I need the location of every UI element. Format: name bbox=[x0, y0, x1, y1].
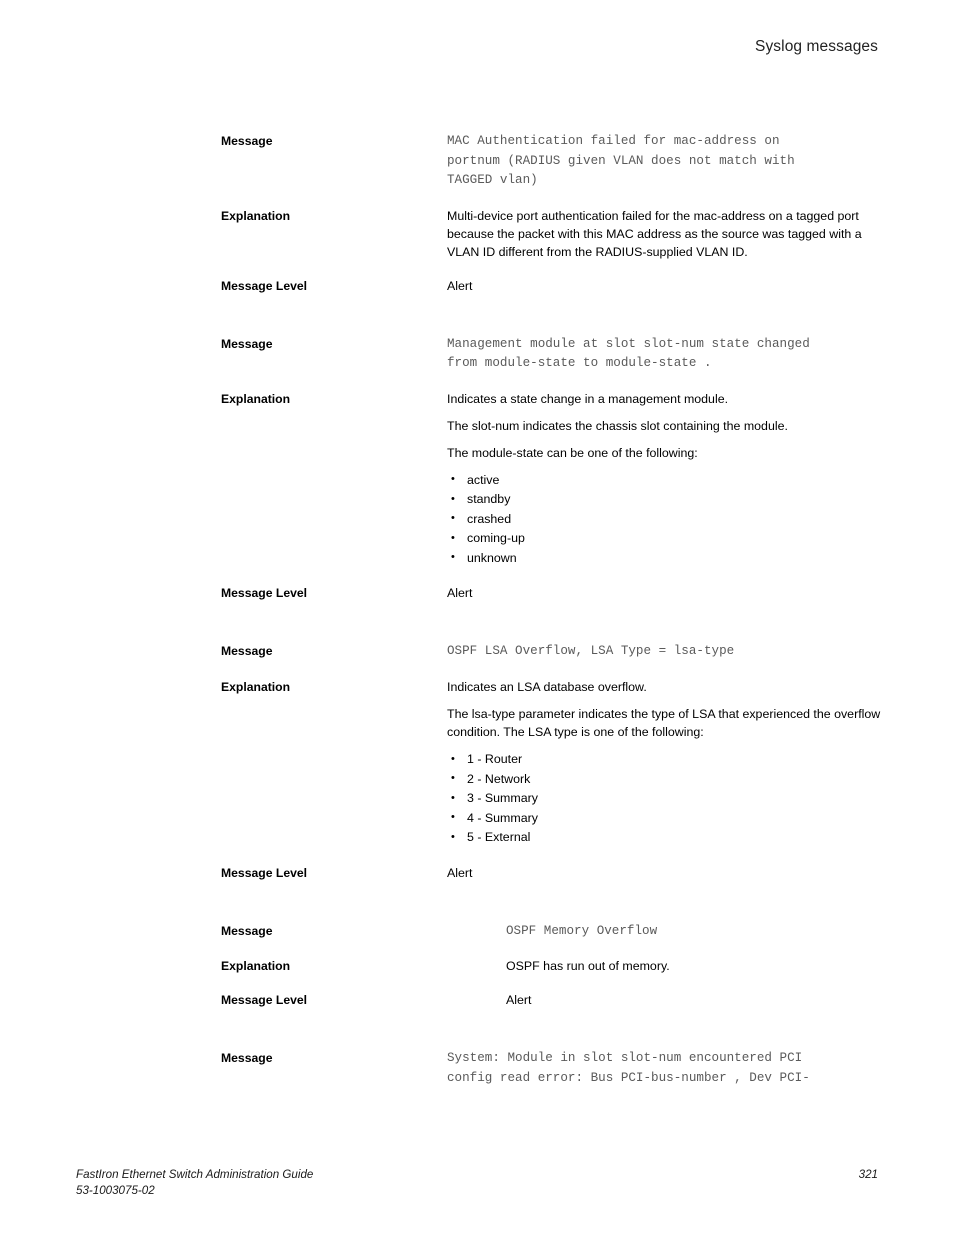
message-row: Message OSPF Memory Overflow bbox=[221, 922, 881, 942]
message-label: Message bbox=[221, 134, 273, 148]
explanation-bullet-list: activestandbycrashedcoming-upunknown bbox=[447, 470, 881, 569]
message-body: MAC Authentication failed for mac-addres… bbox=[447, 132, 881, 191]
message-level-value: Alert bbox=[447, 278, 473, 293]
explanation-body: OSPF has run out of memory. bbox=[447, 957, 881, 975]
footer-page-number: 321 bbox=[858, 1168, 878, 1181]
message-level-body: Alert bbox=[447, 584, 881, 602]
explanation-row: Explanation Indicates a state change in a… bbox=[221, 390, 881, 569]
explanation-row: Explanation Indicates an LSA database ove… bbox=[221, 678, 881, 848]
message-level-body: Alert bbox=[447, 991, 881, 1009]
explanation-row: Explanation Multi-device port authenticat… bbox=[221, 207, 881, 261]
message-body: OSPF Memory Overflow bbox=[447, 922, 881, 942]
explanation-label: Explanation bbox=[221, 959, 291, 974]
explanation-body: Multi-device port authentication failed … bbox=[447, 207, 881, 261]
explanation-paragraph: Indicates a state change in a management… bbox=[447, 391, 729, 406]
running-header: Syslog messages bbox=[755, 38, 878, 55]
explanation-paragraph: The module-state can be one of the follo… bbox=[447, 445, 698, 460]
message-label: Message bbox=[221, 1051, 273, 1066]
message-level-body: Alert bbox=[447, 277, 881, 295]
explanation-row: Explanation OSPF has run out of memory. bbox=[221, 957, 881, 975]
document-page: Syslog messages Message MAC Authenticatio… bbox=[0, 0, 954, 1235]
explanation-label: Explanation bbox=[221, 391, 291, 406]
bullet-item: coming-up bbox=[447, 529, 881, 549]
message-body: OSPF LSA Overflow, LSA Type = lsa-type bbox=[447, 642, 881, 662]
message-level-label: Message Level bbox=[221, 993, 308, 1008]
bullet-item: active bbox=[447, 470, 881, 491]
message-body: System: Module in slot slot-num encounte… bbox=[447, 1049, 881, 1088]
explanation-label: Explanation bbox=[221, 208, 291, 223]
footer-guide-title: FastIron Ethernet Switch Administration … bbox=[76, 1168, 314, 1181]
message-text: System: Module in slot slot-num encounte… bbox=[447, 1051, 810, 1085]
message-level-label: Message Level bbox=[221, 586, 308, 601]
message-text: Management module at slot slot-num state… bbox=[447, 336, 810, 371]
footer-document-number: 53-1003075-02 bbox=[76, 1184, 155, 1197]
bullet-item: crashed bbox=[447, 509, 881, 530]
syslog-message-block: Message System: Module in slot slot-num e… bbox=[221, 1049, 881, 1088]
message-label: Message bbox=[221, 644, 273, 659]
explanation-paragraph: The slot-num indicates the chassis slot … bbox=[447, 418, 788, 433]
message-level-value: Alert bbox=[506, 993, 532, 1008]
message-text: OSPF LSA Overflow, LSA Type = lsa-type bbox=[447, 644, 735, 659]
bullet-item: 4 - Summary bbox=[447, 808, 881, 829]
syslog-message-table: Message MAC Authentication failed for mac… bbox=[221, 132, 881, 1128]
message-row: Message MAC Authentication failed for mac… bbox=[221, 132, 881, 191]
message-level-value: Alert bbox=[447, 586, 473, 601]
bullet-item: 5 - External bbox=[447, 828, 881, 848]
message-label: Message bbox=[221, 336, 273, 351]
bullet-item: unknown bbox=[447, 548, 881, 569]
message-text: OSPF Memory Overflow bbox=[506, 923, 658, 938]
bullet-item: 3 - Summary bbox=[447, 789, 881, 809]
syslog-message-block: Message Management module at slot slot-nu… bbox=[221, 335, 881, 603]
explanation-label: Explanation bbox=[221, 680, 291, 695]
message-level-value: Alert bbox=[447, 865, 473, 880]
bullet-item: 1 - Router bbox=[447, 750, 881, 770]
syslog-message-block: Message OSPF Memory Overflow Explanation OS… bbox=[221, 922, 881, 1010]
message-label: Message bbox=[221, 923, 273, 938]
explanation-text: Multi-device port authentication failed … bbox=[447, 207, 881, 261]
explanation-paragraph: Multi-device port authentication failed … bbox=[447, 208, 862, 259]
message-row: Message System: Module in slot slot-num e… bbox=[221, 1049, 881, 1088]
message-level-row: Message Level Alert bbox=[221, 864, 881, 882]
message-level-row: Message Level Alert bbox=[221, 584, 881, 602]
message-level-row: Message Level Alert bbox=[221, 991, 881, 1009]
explanation-text: OSPF has run out of memory. bbox=[447, 957, 881, 975]
message-level-label: Message Level bbox=[221, 278, 308, 293]
message-text: MAC Authentication failed for mac-addres… bbox=[447, 134, 795, 188]
explanation-body: Indicates an LSA database overflow. The l… bbox=[447, 678, 881, 848]
syslog-message-block: Message MAC Authentication failed for mac… bbox=[221, 132, 881, 295]
explanation-paragraph: OSPF has run out of memory. bbox=[506, 959, 670, 974]
message-level-body: Alert bbox=[447, 864, 881, 882]
bullet-item: standby bbox=[447, 490, 881, 510]
message-body: Management module at slot slot-num state… bbox=[447, 335, 881, 374]
explanation-body: Indicates a state change in a management… bbox=[447, 390, 881, 569]
message-level-row: Message Level Alert bbox=[221, 277, 881, 295]
syslog-message-block: Message OSPF LSA Overflow, LSA Type = lsa… bbox=[221, 642, 881, 881]
explanation-text: Indicates a state change in a management… bbox=[447, 390, 881, 569]
explanation-bullet-list: 1 - Router2 - Network3 - Summary4 - Summ… bbox=[447, 750, 881, 848]
message-level-label: Message Level bbox=[221, 865, 308, 880]
explanation-paragraph: The lsa-type parameter indicates the typ… bbox=[447, 707, 881, 740]
explanation-paragraph: Indicates an LSA database overflow. bbox=[447, 680, 647, 695]
page-footer: FastIron Ethernet Switch Administration … bbox=[76, 1167, 878, 1207]
bullet-item: 2 - Network bbox=[447, 769, 881, 790]
message-row: Message Management module at slot slot-nu… bbox=[221, 335, 881, 374]
message-row: Message OSPF LSA Overflow, LSA Type = lsa… bbox=[221, 642, 881, 662]
explanation-text: Indicates an LSA database overflow. The l… bbox=[447, 678, 881, 848]
